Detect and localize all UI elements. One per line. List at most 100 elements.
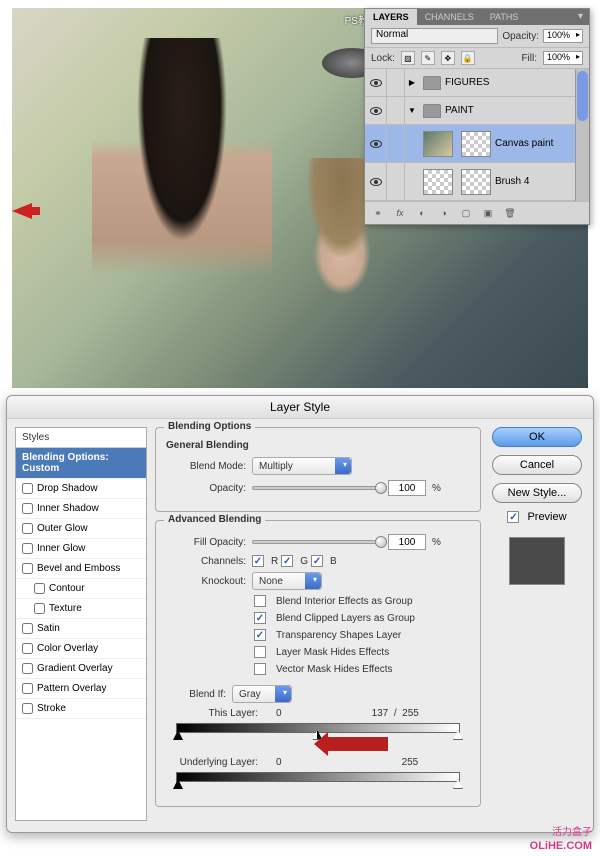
style-gradient-overlay[interactable]: Gradient Overlay — [16, 659, 146, 679]
gradient-handle-white[interactable] — [453, 730, 463, 740]
blend-clipped-checkbox[interactable] — [254, 612, 266, 624]
fill-opacity-slider[interactable] — [252, 540, 382, 544]
style-checkbox[interactable] — [22, 523, 33, 534]
slider-thumb[interactable] — [375, 482, 387, 494]
preview-label: Preview — [527, 511, 566, 523]
visibility-icon[interactable] — [370, 178, 382, 186]
style-inner-shadow[interactable]: Inner Shadow — [16, 499, 146, 519]
mask-thumbnail — [461, 169, 491, 195]
lock-pixels-icon[interactable]: ✎ — [421, 51, 435, 65]
gradient-handle-white[interactable] — [453, 779, 463, 789]
fill-label: Fill: — [521, 53, 537, 64]
lock-all-icon[interactable]: 🔒 — [461, 51, 475, 65]
scrollbar[interactable] — [575, 69, 589, 201]
scroll-thumb[interactable] — [577, 71, 588, 121]
channel-b-checkbox[interactable] — [311, 555, 323, 567]
expand-icon[interactable]: ▶ — [405, 78, 419, 87]
checkbox-label: Blend Clipped Layers as Group — [276, 613, 415, 624]
slider-thumb[interactable] — [375, 536, 387, 548]
advanced-blending-title: Advanced Blending — [164, 514, 265, 525]
trash-icon[interactable]: 🗑 — [501, 205, 519, 221]
opacity-label: Opacity: — [502, 31, 539, 42]
channel-r-checkbox[interactable] — [252, 555, 264, 567]
lock-position-icon[interactable]: ✥ — [441, 51, 455, 65]
blend-mode-select[interactable]: Normal — [371, 28, 498, 44]
expand-icon[interactable]: ▼ — [405, 106, 419, 115]
blend-mode-select[interactable]: Multiply — [252, 457, 352, 475]
style-outer-glow[interactable]: Outer Glow — [16, 519, 146, 539]
dialog-title: Layer Style — [7, 396, 593, 419]
group-icon[interactable]: ▢ — [457, 205, 475, 221]
fill-input[interactable]: 100% — [543, 51, 583, 65]
styles-header[interactable]: Styles — [16, 428, 146, 448]
style-checkbox[interactable] — [34, 603, 45, 614]
style-drop-shadow[interactable]: Drop Shadow — [16, 479, 146, 499]
new-layer-icon[interactable]: ▣ — [479, 205, 497, 221]
fill-opacity-input[interactable] — [388, 534, 426, 550]
blendif-label: Blend If: — [166, 689, 226, 700]
tab-paths[interactable]: PATHS — [482, 9, 527, 25]
tab-channels[interactable]: CHANNELS — [417, 9, 482, 25]
layer-row-canvas-paint[interactable]: Canvas paint — [365, 125, 589, 163]
layer-mask-hides-checkbox[interactable] — [254, 646, 266, 658]
style-bevel-emboss[interactable]: Bevel and Emboss — [16, 559, 146, 579]
style-checkbox[interactable] — [22, 683, 33, 694]
preview-checkbox[interactable] — [507, 511, 519, 523]
adjustment-icon[interactable]: ◑ — [435, 205, 453, 221]
style-pattern-overlay[interactable]: Pattern Overlay — [16, 679, 146, 699]
style-checkbox[interactable] — [34, 583, 45, 594]
channel-g-checkbox[interactable] — [281, 555, 293, 567]
tab-layers[interactable]: LAYERS — [365, 9, 417, 25]
layer-row-brush4[interactable]: Brush 4 — [365, 163, 589, 201]
layer-row-figures[interactable]: ▶ FIGURES — [365, 69, 589, 97]
visibility-icon[interactable] — [370, 107, 382, 115]
cancel-button[interactable]: Cancel — [492, 455, 582, 475]
folder-icon — [423, 76, 441, 90]
blend-mode-label: Blend Mode: — [166, 461, 246, 472]
blendif-select[interactable]: Gray — [232, 685, 292, 703]
layer-name: FIGURES — [445, 77, 489, 88]
style-blending-options[interactable]: Blending Options: Custom — [16, 448, 146, 479]
link-layers-icon[interactable]: ⚭ — [369, 205, 387, 221]
vector-mask-hides-checkbox[interactable] — [254, 663, 266, 675]
style-checkbox[interactable] — [22, 503, 33, 514]
ok-button[interactable]: OK — [492, 427, 582, 447]
blend-interior-checkbox[interactable] — [254, 595, 266, 607]
underlying-label: Underlying Layer: — [166, 757, 266, 768]
lock-transparency-icon[interactable]: ▨ — [401, 51, 415, 65]
style-checkbox[interactable] — [22, 623, 33, 634]
visibility-icon[interactable] — [370, 79, 382, 87]
opacity-input[interactable] — [388, 480, 426, 496]
style-checkbox[interactable] — [22, 543, 33, 554]
style-checkbox[interactable] — [22, 643, 33, 654]
checkbox-label: Transparency Shapes Layer — [276, 630, 401, 641]
style-checkbox[interactable] — [22, 483, 33, 494]
mask-thumbnail — [461, 131, 491, 157]
style-satin[interactable]: Satin — [16, 619, 146, 639]
style-checkbox[interactable] — [22, 663, 33, 674]
panel-menu-icon[interactable]: ▾ — [572, 9, 589, 25]
layer-row-paint[interactable]: ▼ PAINT — [365, 97, 589, 125]
mask-icon[interactable]: ◐ — [413, 205, 431, 221]
underlying-val-b: 255 — [402, 757, 419, 768]
style-checkbox[interactable] — [22, 703, 33, 714]
opacity-slider[interactable] — [252, 486, 382, 490]
opacity-input[interactable]: 100% — [543, 29, 583, 43]
transparency-shapes-checkbox[interactable] — [254, 629, 266, 641]
visibility-icon[interactable] — [370, 140, 382, 148]
gradient-handle-black[interactable] — [173, 779, 183, 789]
style-color-overlay[interactable]: Color Overlay — [16, 639, 146, 659]
layer-thumbnail — [423, 131, 453, 157]
channels-label: Channels: — [166, 556, 246, 567]
style-contour[interactable]: Contour — [16, 579, 146, 599]
style-checkbox[interactable] — [22, 563, 33, 574]
percent-label: % — [432, 483, 441, 494]
style-texture[interactable]: Texture — [16, 599, 146, 619]
new-style-button[interactable]: New Style... — [492, 483, 582, 503]
fx-icon[interactable]: fx — [391, 205, 409, 221]
gradient-handle-black[interactable] — [173, 730, 183, 740]
underlying-gradient[interactable] — [176, 772, 460, 782]
style-inner-glow[interactable]: Inner Glow — [16, 539, 146, 559]
knockout-select[interactable]: None — [252, 572, 322, 590]
style-stroke[interactable]: Stroke — [16, 699, 146, 719]
